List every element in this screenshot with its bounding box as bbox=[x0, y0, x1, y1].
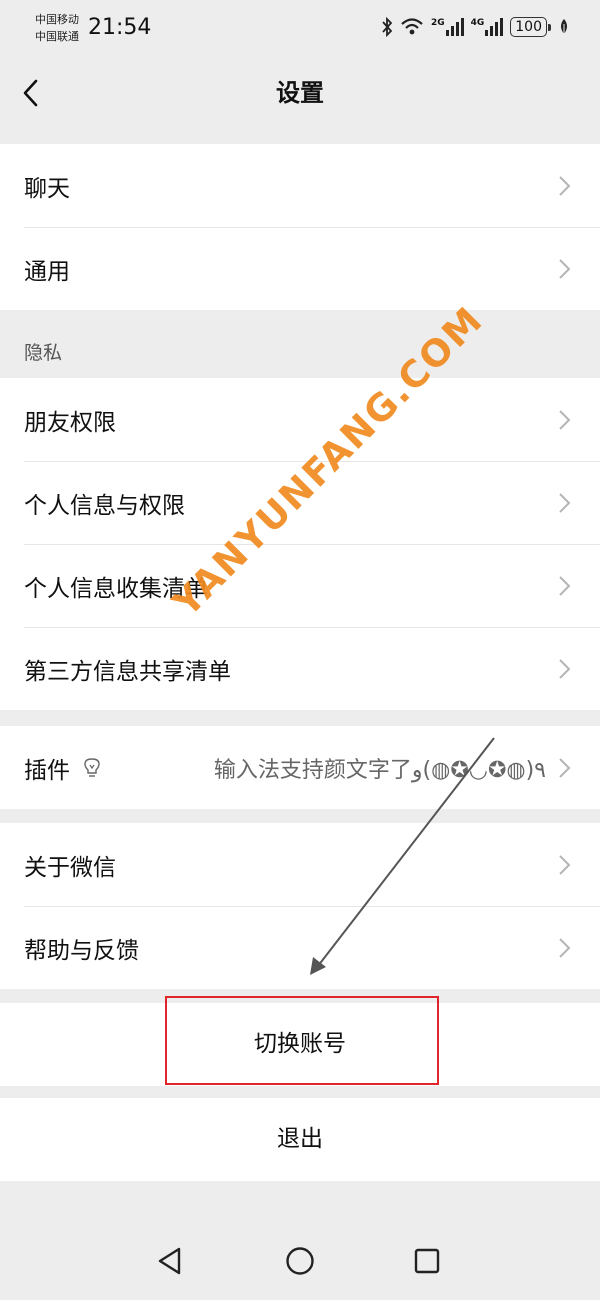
battery-icon: 100 bbox=[510, 17, 551, 37]
settings-item-label: 关于微信 bbox=[24, 854, 116, 881]
settings-item-label: 聊天 bbox=[24, 175, 70, 202]
settings-item-label: 个人信息与权限 bbox=[24, 492, 185, 519]
settings-item-about-wechat[interactable]: 关于微信 bbox=[0, 823, 600, 906]
nav-recents-button[interactable] bbox=[410, 1244, 444, 1278]
settings-item-general[interactable]: 通用 bbox=[0, 227, 600, 310]
carrier-info: 中国移动 中国联通 bbox=[35, 11, 79, 45]
settings-group-privacy: 朋友权限 个人信息与权限 个人信息收集清单 第三方信息共享清单 bbox=[0, 378, 600, 710]
settings-group-plugins: 插件 输入法支持颜文字了٩(◍✪◡✪◍)و bbox=[0, 726, 600, 809]
chevron-right-icon bbox=[559, 658, 571, 679]
status-bar: 中国移动 中国联通 21:54 2G 4G 100 bbox=[0, 0, 600, 58]
settings-item-personal-info-permissions[interactable]: 个人信息与权限 bbox=[0, 461, 600, 544]
plugin-subtitle: 输入法支持颜文字了٩(◍✪◡✪◍)و bbox=[213, 757, 546, 783]
signal-icon-1: 2G bbox=[431, 17, 464, 37]
back-button[interactable] bbox=[14, 76, 48, 110]
settings-item-personal-info-list[interactable]: 个人信息收集清单 bbox=[0, 544, 600, 627]
logout-button[interactable]: 退出 bbox=[0, 1098, 600, 1181]
leaf-icon bbox=[558, 18, 570, 36]
nav-back-button[interactable] bbox=[153, 1244, 187, 1278]
chevron-right-icon bbox=[559, 937, 571, 958]
highlight-box bbox=[165, 996, 439, 1085]
carrier-1: 中国移动 bbox=[35, 13, 79, 26]
settings-item-label: 朋友权限 bbox=[24, 409, 116, 436]
triangle-back-icon bbox=[158, 1247, 181, 1275]
settings-item-third-party-sharing[interactable]: 第三方信息共享清单 bbox=[0, 627, 600, 710]
chevron-right-icon bbox=[559, 258, 571, 279]
settings-item-label: 通用 bbox=[24, 258, 70, 285]
chevron-right-icon bbox=[559, 757, 571, 778]
header-bar: 设置 bbox=[0, 58, 600, 128]
signal-icon-2: 4G bbox=[471, 17, 504, 37]
wifi-icon bbox=[400, 17, 424, 37]
settings-item-friend-permissions[interactable]: 朋友权限 bbox=[0, 378, 600, 461]
signal-1-label: 2G bbox=[430, 18, 445, 28]
carrier-2: 中国联通 bbox=[35, 30, 79, 43]
back-arrow-icon bbox=[23, 79, 38, 107]
chevron-right-icon bbox=[559, 175, 571, 196]
settings-item-plugins[interactable]: 插件 输入法支持颜文字了٩(◍✪◡✪◍)و bbox=[0, 726, 600, 809]
settings-item-help-feedback[interactable]: 帮助与反馈 bbox=[0, 906, 600, 989]
signal-2-label: 4G bbox=[470, 18, 485, 28]
bluetooth-icon bbox=[381, 17, 393, 37]
chevron-right-icon bbox=[559, 492, 571, 513]
settings-item-label: 帮助与反馈 bbox=[24, 937, 139, 964]
chevron-right-icon bbox=[559, 854, 571, 875]
settings-group-about: 关于微信 帮助与反馈 bbox=[0, 823, 600, 989]
status-icons: 2G 4G 100 bbox=[381, 14, 570, 40]
settings-group-general: 聊天 通用 bbox=[0, 144, 600, 310]
clock: 21:54 bbox=[88, 15, 152, 40]
lightbulb-icon bbox=[82, 757, 102, 779]
circle-home-icon bbox=[286, 1247, 314, 1275]
section-header-privacy: 隐私 bbox=[24, 342, 63, 364]
settings-item-label: 第三方信息共享清单 bbox=[24, 658, 231, 685]
nav-home-button[interactable] bbox=[283, 1244, 317, 1278]
system-nav-bar bbox=[0, 1222, 600, 1300]
chevron-right-icon bbox=[559, 409, 571, 430]
settings-item-label: 个人信息收集清单 bbox=[24, 575, 208, 602]
page-title: 设置 bbox=[276, 79, 324, 107]
square-recents-icon bbox=[414, 1248, 440, 1274]
chevron-right-icon bbox=[559, 575, 571, 596]
settings-item-label: 插件 bbox=[24, 757, 70, 784]
settings-item-chat[interactable]: 聊天 bbox=[0, 144, 600, 227]
